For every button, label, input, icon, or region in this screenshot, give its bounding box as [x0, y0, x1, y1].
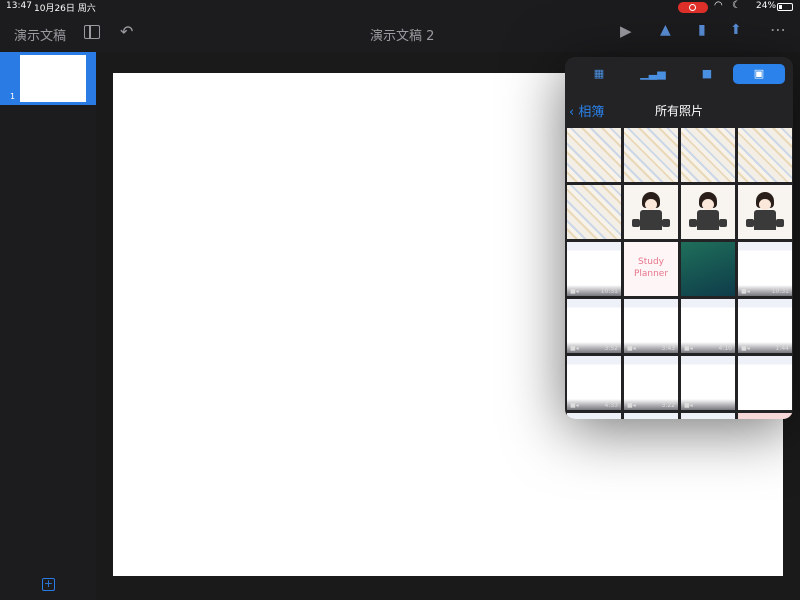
format-icon[interactable]: ▮: [698, 22, 706, 38]
sidebar-toggle-icon[interactable]: [84, 25, 100, 39]
video-duration: 4:10: [718, 345, 732, 352]
video-camera-icon: ■◂: [627, 345, 636, 352]
add-slide-button[interactable]: +: [42, 578, 55, 591]
play-icon[interactable]: ▶: [620, 22, 632, 40]
face-shape: [645, 199, 657, 210]
video-camera-icon: ■◂: [741, 288, 750, 295]
video-duration: 4:33: [604, 402, 618, 409]
share-icon[interactable]: ⬆: [730, 22, 742, 38]
video-meta: ■◂: [681, 399, 735, 410]
video-duration: 10:31: [600, 288, 618, 295]
video-camera-icon: ■◂: [570, 345, 579, 352]
slide-thumbnail[interactable]: [20, 55, 86, 102]
photo-thumbnail[interactable]: ■◂ 4:33: [567, 356, 621, 410]
slide-thumbnail-selected[interactable]: 1: [0, 52, 96, 105]
bag-shape: [776, 219, 784, 227]
face-shape: [702, 199, 714, 210]
body-shape: [754, 210, 776, 230]
wifi-icon: ◠: [714, 0, 723, 11]
status-time: 13:47: [6, 1, 32, 11]
photo-thumbnail[interactable]: ■◂ 3:43: [624, 299, 678, 353]
media-tab-icon[interactable]: ▣: [733, 64, 785, 84]
video-camera-icon: ■◂: [570, 402, 579, 409]
status-bar: 13:47 10月26日 周六 ◠ ☾ 24%: [0, 0, 800, 14]
video-camera-icon: ■◂: [741, 345, 750, 352]
photo-thumbnail[interactable]: [567, 185, 621, 239]
documents-button[interactable]: 演示文稿: [14, 25, 66, 44]
photo-thumbnail[interactable]: [738, 128, 792, 182]
shape-tab-icon[interactable]: ■: [681, 64, 733, 84]
bag-shape: [746, 219, 754, 227]
media-popover: ▦ ▁▃▅ ■ ▣ ‹ 相簿 所有照片 ■◂ 10:31 Study Planner…: [565, 57, 793, 419]
screen-record-icon[interactable]: [678, 2, 708, 13]
slide-number: 1: [10, 92, 16, 101]
video-camera-icon: ■◂: [684, 345, 693, 352]
video-camera-icon: ■◂: [570, 288, 579, 295]
do-not-disturb-icon: ☾: [732, 0, 741, 11]
face-shape: [759, 199, 771, 210]
battery-icon: [777, 3, 793, 11]
photo-thumbnail[interactable]: [681, 413, 735, 419]
bag-shape: [689, 219, 697, 227]
video-meta: ■◂ 10:31: [567, 285, 621, 296]
video-meta: ■◂ 4:10: [681, 342, 735, 353]
photo-thumbnail[interactable]: [681, 242, 735, 296]
photo-thumbnail[interactable]: [624, 128, 678, 182]
bag-shape: [719, 219, 727, 227]
battery-percentage: 24%: [756, 1, 777, 11]
video-duration: 3:52: [604, 345, 618, 352]
toolbar: 演示文稿 ↶ 演示文稿 2 ▶ ▲ ▮ ⬆ ⋯: [0, 14, 800, 52]
status-date: 10月26日 周六: [34, 4, 96, 14]
more-icon[interactable]: ⋯: [770, 20, 786, 39]
body-shape: [640, 210, 662, 230]
video-duration: 10:31: [771, 288, 789, 295]
bag-shape: [632, 219, 640, 227]
photo-thumbnail[interactable]: [567, 413, 621, 419]
video-duration: 1:44: [775, 345, 789, 352]
table-tab-icon[interactable]: ▦: [573, 64, 625, 84]
video-camera-icon: ■◂: [684, 402, 693, 409]
popover-header: ‹ 相簿 所有照片: [565, 97, 793, 121]
photo-thumbnail[interactable]: [681, 128, 735, 182]
photo-thumbnail[interactable]: [624, 185, 678, 239]
document-title[interactable]: 演示文稿 2: [370, 25, 434, 44]
photo-thumbnail[interactable]: [738, 356, 792, 410]
video-duration: 3:43: [661, 345, 675, 352]
chart-tab-icon[interactable]: ▁▃▅: [627, 64, 679, 84]
popover-tabs: ▦ ▁▃▅ ■ ▣: [565, 61, 793, 87]
popover-title: 所有照片: [654, 104, 703, 118]
photo-thumbnail[interactable]: ■◂ 3:52: [567, 299, 621, 353]
photo-thumbnail[interactable]: [624, 413, 678, 419]
slide-navigator: 1 +: [0, 52, 96, 600]
video-meta: ■◂ 1:44: [738, 342, 792, 353]
insert-icon[interactable]: ▲: [660, 22, 671, 38]
video-meta: ■◂ 3:22: [624, 399, 678, 410]
undo-icon[interactable]: ↶: [120, 22, 133, 41]
body-shape: [697, 210, 719, 230]
photo-thumbnail[interactable]: [738, 413, 792, 419]
video-meta: ■◂ 4:33: [567, 399, 621, 410]
video-meta: ■◂ 3:52: [567, 342, 621, 353]
photo-thumbnail[interactable]: ■◂ 1:44: [738, 299, 792, 353]
video-duration: 3:22: [661, 402, 675, 409]
photo-thumbnail[interactable]: ■◂ 10:31: [738, 242, 792, 296]
photo-thumbnail[interactable]: [567, 128, 621, 182]
photo-thumbnail[interactable]: ■◂ 4:10: [681, 299, 735, 353]
photo-thumbnail[interactable]: ■◂: [681, 356, 735, 410]
video-meta: ■◂ 3:43: [624, 342, 678, 353]
photo-thumbnail[interactable]: [738, 185, 792, 239]
video-meta: ■◂ 10:31: [738, 285, 792, 296]
photo-thumbnail[interactable]: [681, 185, 735, 239]
photo-text: Study Planner: [633, 257, 669, 279]
bag-shape: [662, 219, 670, 227]
photo-thumbnail[interactable]: Study Planner: [624, 242, 678, 296]
video-camera-icon: ■◂: [627, 402, 636, 409]
photo-thumbnail[interactable]: ■◂ 10:31: [567, 242, 621, 296]
photo-thumbnail[interactable]: ■◂ 3:22: [624, 356, 678, 410]
